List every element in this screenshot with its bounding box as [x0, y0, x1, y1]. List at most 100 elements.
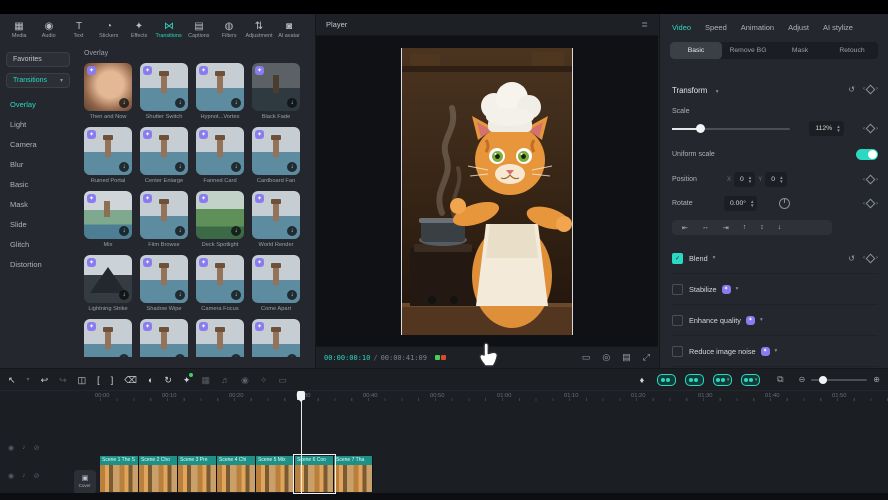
tool-audio[interactable]: ◉ Audio: [34, 22, 64, 39]
inspector-subtab[interactable]: Retouch: [826, 42, 878, 59]
inspector-subtab[interactable]: Basic: [670, 42, 722, 59]
tool-ai-avatar[interactable]: ◙ AI avatar: [274, 22, 304, 39]
chevron-down-icon[interactable]: ▾: [775, 348, 778, 354]
scale-value-box[interactable]: 112% ▲▼: [809, 121, 843, 136]
preview-axis-icon[interactable]: ⧉: [777, 374, 783, 385]
inspector-tab[interactable]: Speed: [705, 23, 727, 32]
transition-thumbnail[interactable]: ✦ ↓: [252, 319, 300, 357]
transition-item[interactable]: ✦ ↓: [196, 319, 244, 357]
rotate-value-box[interactable]: 0.00° ▲▼: [724, 196, 757, 211]
video-frame[interactable]: [401, 48, 573, 335]
align-left-icon[interactable]: ⇤: [682, 224, 688, 232]
timeline-feature-pill[interactable]: ▾: [741, 374, 760, 386]
inspector-tab[interactable]: Animation: [741, 23, 774, 32]
download-icon[interactable]: ↓: [287, 354, 297, 357]
align-right-icon[interactable]: ⇥: [723, 224, 729, 232]
snapshot-icon[interactable]: ◎: [602, 352, 610, 363]
resolution-icon[interactable]: ▤: [622, 352, 631, 363]
transition-thumbnail[interactable]: ✦ ↓: [140, 255, 188, 303]
transition-item[interactable]: ✦ ↓ Film Browse: [140, 191, 188, 248]
download-icon[interactable]: ↓: [119, 226, 129, 236]
library-category-item[interactable]: Camera: [6, 134, 41, 154]
library-category-item[interactable]: Mask: [6, 194, 32, 214]
download-icon[interactable]: ↓: [175, 226, 185, 236]
inspector-tab[interactable]: AI stylize: [823, 23, 853, 32]
redo-icon[interactable]: ↪: [59, 375, 67, 385]
stepper-arrows-icon[interactable]: ▲▼: [750, 200, 754, 208]
video-clip[interactable]: Scene 5 Mix: [256, 456, 295, 492]
select-tool-icon[interactable]: ↖: [8, 375, 16, 385]
video-clip[interactable]: Scene 1 The S: [100, 456, 139, 492]
keyframe-control[interactable]: ‹›: [863, 200, 878, 207]
transition-item[interactable]: ✦ ↓ Then and Now: [84, 63, 132, 120]
transition-thumbnail[interactable]: ✦ ↓: [140, 63, 188, 111]
zoom-out-icon[interactable]: ⊖: [799, 375, 806, 384]
video-clip[interactable]: Scene 2 Cho: [139, 456, 178, 492]
library-category-item[interactable]: Glitch: [6, 234, 33, 254]
rotate-dial-icon[interactable]: [779, 198, 790, 209]
chevron-down-icon[interactable]: ▾: [736, 286, 739, 292]
zoom-in-icon[interactable]: ⊕: [873, 375, 880, 384]
transition-thumbnail[interactable]: ✦ ↓: [196, 319, 244, 357]
chevron-down-icon[interactable]: ▾: [713, 255, 716, 261]
tool-transitions[interactable]: ⋈ Transitions: [154, 22, 184, 39]
download-icon[interactable]: ↓: [175, 162, 185, 172]
download-icon[interactable]: ↓: [231, 162, 241, 172]
transition-thumbnail[interactable]: ✦ ↓: [140, 127, 188, 175]
audio-tool-icon[interactable]: ♬: [221, 375, 230, 385]
library-category-item[interactable]: Blur: [6, 154, 27, 174]
transition-item[interactable]: ✦ ↓ Center Enlarge: [140, 127, 188, 184]
transition-item[interactable]: ✦ ↓ World Render: [252, 191, 300, 248]
player-options-icon[interactable]: ≣: [641, 20, 648, 29]
transition-thumbnail[interactable]: ✦ ↓: [252, 127, 300, 175]
transition-thumbnail[interactable]: ✦ ↓: [196, 63, 244, 111]
transition-item[interactable]: ✦ ↓: [252, 319, 300, 357]
download-icon[interactable]: ↓: [119, 290, 129, 300]
video-clip[interactable]: Scene 4 Chi: [217, 456, 256, 492]
tool-media[interactable]: ▦ Media: [4, 22, 34, 39]
undo-icon[interactable]: ↩: [41, 375, 49, 385]
reverse-icon[interactable]: ↻: [164, 375, 172, 385]
reset-icon[interactable]: ↺: [848, 85, 855, 94]
transition-item[interactable]: ✦ ↓ Cardboard Fan: [252, 127, 300, 184]
timeline-feature-pill[interactable]: [685, 374, 704, 386]
section-checkbox[interactable]: ✓: [672, 284, 683, 295]
transition-thumbnail[interactable]: ✦ ↓: [84, 127, 132, 175]
library-category-item[interactable]: Basic: [6, 174, 32, 194]
keyframe-control[interactable]: ‹›: [863, 176, 878, 183]
playhead[interactable]: [301, 391, 302, 493]
download-icon[interactable]: ↓: [287, 226, 297, 236]
tool-stickers[interactable]: ◔ Stickers: [94, 22, 124, 39]
library-category-item[interactable]: Light: [6, 114, 30, 134]
transition-item[interactable]: ✦ ↓ Deck Spotlight: [196, 191, 244, 248]
chevron-down-icon[interactable]: ▾: [716, 89, 719, 95]
transition-item[interactable]: ✦ ↓: [140, 319, 188, 357]
timeline-feature-pill[interactable]: ▾: [713, 374, 732, 386]
split-icon[interactable]: ◫: [78, 375, 87, 385]
transition-thumbnail[interactable]: ✦ ↓: [252, 191, 300, 239]
camera-tool-icon[interactable]: ▭: [278, 375, 287, 385]
tool-effects[interactable]: ✦ Effects: [124, 22, 154, 39]
preview-area[interactable]: [316, 36, 658, 346]
download-icon[interactable]: ↓: [119, 354, 129, 357]
track-hide-icon[interactable]: ◉: [8, 472, 14, 480]
trim-left-icon[interactable]: [: [97, 375, 100, 385]
mirror-icon[interactable]: ◐: [148, 375, 153, 385]
track-mute-icon[interactable]: ♪: [22, 444, 26, 452]
section-checkbox[interactable]: ✓: [672, 253, 683, 264]
download-icon[interactable]: ↓: [287, 162, 297, 172]
timeline-ruler[interactable]: 00:00 00:10 00:20 00:30 00:40 00:50 01:0…: [95, 391, 888, 402]
track-mute-icon[interactable]: ♪: [22, 472, 26, 480]
timeline-feature-pill[interactable]: [657, 374, 676, 386]
library-category-item[interactable]: Distortion: [6, 254, 46, 274]
download-icon[interactable]: ↓: [231, 226, 241, 236]
download-icon[interactable]: ↓: [119, 98, 129, 108]
download-icon[interactable]: ↓: [175, 290, 185, 300]
reset-icon[interactable]: ↺: [848, 254, 855, 263]
chevron-down-icon[interactable]: ▾: [760, 317, 763, 323]
transition-item[interactable]: ✦ ↓ Come Apart: [252, 255, 300, 312]
tool-text[interactable]: T Text: [64, 22, 94, 39]
keyframe-control[interactable]: ‹›: [863, 255, 878, 262]
tool-adjustment[interactable]: ⇅ Adjustment: [244, 22, 274, 39]
category-dropdown[interactable]: Transitions ▾: [6, 73, 70, 88]
